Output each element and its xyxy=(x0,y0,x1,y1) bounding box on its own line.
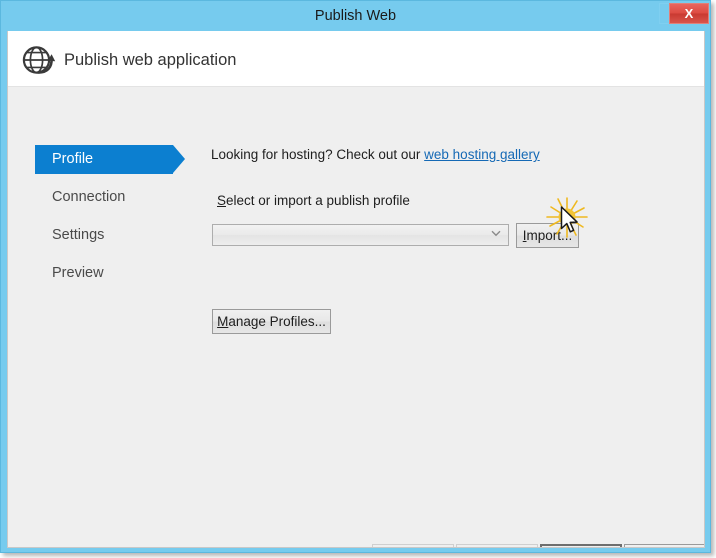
sidebar-item-settings[interactable]: Settings xyxy=(35,221,173,250)
close-button[interactable]: Close xyxy=(624,544,704,547)
sidebar-item-preview[interactable]: Preview xyxy=(35,259,173,288)
sidebar-item-connection[interactable]: Connection xyxy=(35,183,173,212)
profile-label-rest: elect or import a publish profile xyxy=(226,193,410,208)
title-bar: Publish Web ? X xyxy=(1,1,710,31)
publish-profile-dropdown[interactable] xyxy=(212,224,509,246)
close-window-button[interactable]: X xyxy=(669,3,709,24)
profile-select-label: Select or import a publish profile xyxy=(217,193,410,208)
publish-button[interactable]: Publish xyxy=(540,544,622,547)
profile-panel: Looking for hosting? Check out our web h… xyxy=(203,88,704,547)
wizard-sidebar: Profile Connection Settings Preview xyxy=(8,88,203,547)
profile-label-accel: S xyxy=(217,193,227,208)
page-title: Publish web application xyxy=(64,51,237,69)
import-button-label: mport... xyxy=(526,228,573,243)
next-button[interactable]: Next > xyxy=(456,544,538,547)
publish-web-dialog: Publish Web ? X Publish web application xyxy=(0,0,711,553)
prev-button[interactable]: < Prev xyxy=(372,544,454,547)
chevron-down-icon xyxy=(491,230,501,240)
manage-profiles-button[interactable]: Manage Profiles... xyxy=(212,309,331,334)
manage-button-accel: M xyxy=(217,314,229,329)
dialog-body: Publish web application Profile Connecti… xyxy=(7,31,705,548)
web-hosting-gallery-link[interactable]: web hosting gallery xyxy=(424,147,540,162)
manage-button-label: anage Profiles... xyxy=(228,314,326,329)
sidebar-item-profile[interactable]: Profile xyxy=(35,145,185,174)
globe-publish-icon xyxy=(21,42,57,76)
hosting-prompt-text: Looking for hosting? Check out our xyxy=(211,147,421,162)
import-profile-button[interactable]: Import... xyxy=(516,223,579,248)
window-title: Publish Web xyxy=(314,8,397,24)
hosting-prompt: Looking for hosting? Check out our web h… xyxy=(211,147,540,162)
dialog-header: Publish web application xyxy=(8,31,704,87)
